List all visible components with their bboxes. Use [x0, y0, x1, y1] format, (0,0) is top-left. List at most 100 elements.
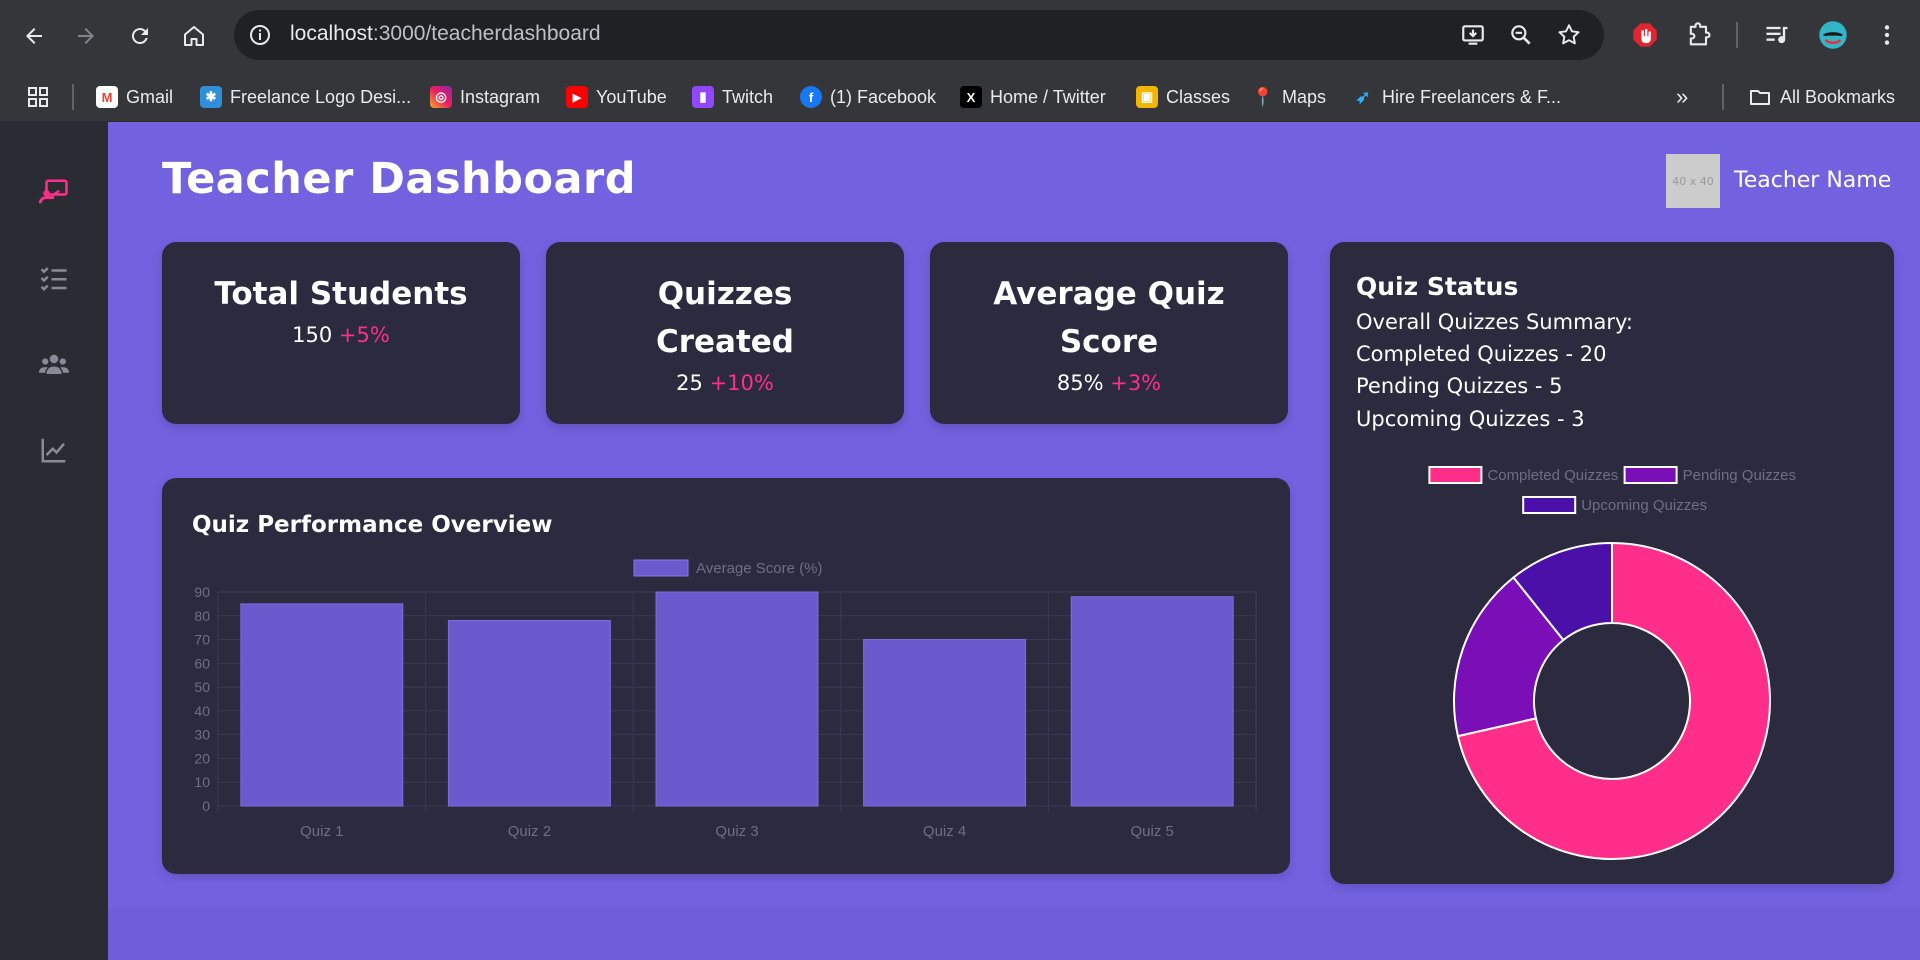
maps-icon: 📍	[1251, 86, 1275, 107]
x-tick-label: Quiz 5	[1131, 823, 1174, 840]
bookmark-freelance-logo[interactable]: ✱ Freelance Logo Desi...	[200, 84, 411, 110]
install-app-icon[interactable]	[1460, 22, 1486, 48]
bookmark-instagram[interactable]: ◎ Instagram	[430, 84, 540, 110]
bookmark-star-icon[interactable]	[1556, 22, 1582, 48]
quiz-status-card: Quiz Status Overall Quizzes Summary: Com…	[1330, 242, 1894, 884]
bookmark-label: YouTube	[596, 86, 667, 107]
reload-icon	[131, 28, 148, 45]
sidebar-item-students[interactable]	[38, 348, 70, 380]
url-text[interactable]: localhost:3000/teacherdashboard	[290, 22, 601, 46]
y-tick-label: 90	[194, 584, 210, 600]
bookmark-maps[interactable]: 📍 Maps	[1252, 84, 1326, 110]
legend-label: Average Score (%)	[696, 560, 822, 577]
sidebar-item-analytics[interactable]	[38, 434, 70, 466]
forward-button[interactable]	[66, 16, 106, 56]
page-title: Teacher Dashboard	[162, 154, 636, 204]
home-button[interactable]	[174, 16, 214, 56]
home-icon	[184, 26, 204, 46]
y-tick-label: 80	[194, 608, 210, 624]
bar	[1070, 596, 1234, 807]
gmail-icon: M	[96, 86, 118, 108]
stat-card-average-score: Average Quiz Score 85% +3%	[930, 242, 1288, 424]
stat-delta: +10%	[709, 371, 774, 395]
zoom-icon[interactable]	[1508, 22, 1534, 48]
teacher-name[interactable]: Teacher Name	[1734, 168, 1891, 193]
bar	[655, 591, 819, 807]
x-twitter-icon: X	[960, 86, 982, 108]
y-tick-label: 0	[202, 798, 210, 814]
page-footer-band	[108, 908, 1920, 960]
bookmark-label: Hire Freelancers & F...	[1382, 86, 1562, 107]
freelance-logo-icon: ✱	[200, 86, 222, 108]
line-chart-icon	[41, 438, 66, 463]
browser-chrome: localhost:3000/teacherdashboard M Gmail …	[0, 0, 1920, 122]
profile-avatar-icon[interactable]	[1816, 18, 1850, 52]
legend-label: Upcoming Quizzes	[1581, 497, 1707, 514]
x-tick-label: Quiz 3	[715, 823, 758, 840]
url-path: :3000/teacherdashboard	[372, 22, 601, 45]
extensions-puzzle-icon[interactable]	[1682, 18, 1716, 52]
stat-card-total-students: Total Students 150 +5%	[162, 242, 520, 424]
quiz-performance-card: Quiz Performance Overview Average Score …	[162, 478, 1290, 874]
x-tick-label: Quiz 1	[300, 823, 343, 840]
chevron-double-right-icon: »	[1676, 84, 1689, 109]
stat-card-quizzes-created: Quizzes Created 25 +10%	[546, 242, 904, 424]
bookmarks-bar: M Gmail ✱ Freelance Logo Desi... ◎ Insta…	[0, 72, 1920, 122]
bookmark-gmail[interactable]: M Gmail	[96, 84, 173, 110]
bookmark-youtube[interactable]: ▶ YouTube	[566, 84, 667, 110]
y-tick-label: 10	[194, 774, 210, 790]
bookmark-label: (1) Facebook	[830, 86, 937, 107]
sidebar	[0, 122, 108, 960]
bookmark-separator	[72, 84, 74, 110]
address-bar[interactable]: localhost:3000/teacherdashboard	[234, 10, 1604, 60]
bookmark-label: Home / Twitter	[990, 86, 1106, 107]
bookmark-label: Instagram	[460, 86, 541, 107]
media-control-icon[interactable]	[1760, 18, 1794, 52]
stat-value: 150 +5%	[162, 318, 520, 352]
bookmark-facebook[interactable]: f (1) Facebook	[800, 84, 936, 110]
x-tick-label: Quiz 2	[508, 823, 551, 840]
bookmark-twitter[interactable]: X Home / Twitter	[960, 84, 1106, 110]
apps-grid-button[interactable]	[26, 84, 50, 110]
sidebar-item-dashboard[interactable]	[38, 176, 70, 208]
bar-chart: Average Score (%) 0 10 20 30 40 50 60 70 80 90 Quiz…	[194, 559, 1257, 840]
all-bookmarks-label: All Bookmarks	[1780, 86, 1896, 107]
users-icon	[39, 354, 69, 374]
stat-delta: +3%	[1110, 371, 1162, 395]
bookmark-separator	[1722, 84, 1724, 110]
browser-menu-icon[interactable]	[1870, 18, 1904, 52]
bookmark-label: Maps	[1282, 86, 1327, 107]
instagram-icon: ◎	[430, 86, 452, 108]
sidebar-item-quizzes[interactable]	[38, 262, 70, 294]
stat-number: 150	[292, 323, 333, 347]
stat-number: 25	[676, 371, 703, 395]
avatar-placeholder-text: 40 x 40	[1672, 174, 1714, 188]
folder-icon	[1750, 90, 1770, 105]
back-button[interactable]	[14, 16, 54, 56]
adblock-extension-icon[interactable]	[1628, 18, 1662, 52]
y-tick-label: 40	[194, 703, 210, 719]
bookmark-classes[interactable]: ▣ Classes	[1136, 84, 1230, 110]
bookmark-hire-freelancers[interactable]: ➶ Hire Freelancers & F...	[1352, 84, 1561, 110]
stat-value: 25 +10%	[546, 366, 904, 400]
bookmark-label: Gmail	[126, 86, 174, 107]
stat-title: Quizzes Created	[655, 276, 795, 360]
x-tick-label: Quiz 4	[923, 823, 966, 840]
twitch-icon: ▮	[692, 86, 714, 108]
site-info-icon[interactable]	[248, 23, 272, 47]
reload-button[interactable]	[120, 16, 160, 56]
toolbar-separator	[1736, 22, 1738, 48]
stat-delta: +5%	[338, 323, 390, 347]
arrow-left-icon	[26, 28, 42, 44]
main-content: Teacher Dashboard 40 x 40 Teacher Name T…	[108, 122, 1920, 960]
bookmark-twitch[interactable]: ▮ Twitch	[692, 84, 773, 110]
avatar[interactable]: 40 x 40	[1666, 154, 1720, 208]
freelancer-bird-icon: ➶	[1355, 86, 1371, 107]
bar	[863, 639, 1027, 807]
bar	[240, 603, 404, 807]
all-bookmarks-button[interactable]: All Bookmarks	[1748, 84, 1895, 110]
legend-swatch	[1428, 466, 1483, 484]
more-bookmarks-button[interactable]: »	[1676, 84, 1688, 110]
y-tick-label: 20	[194, 750, 210, 766]
stat-number: 85%	[1056, 371, 1104, 395]
